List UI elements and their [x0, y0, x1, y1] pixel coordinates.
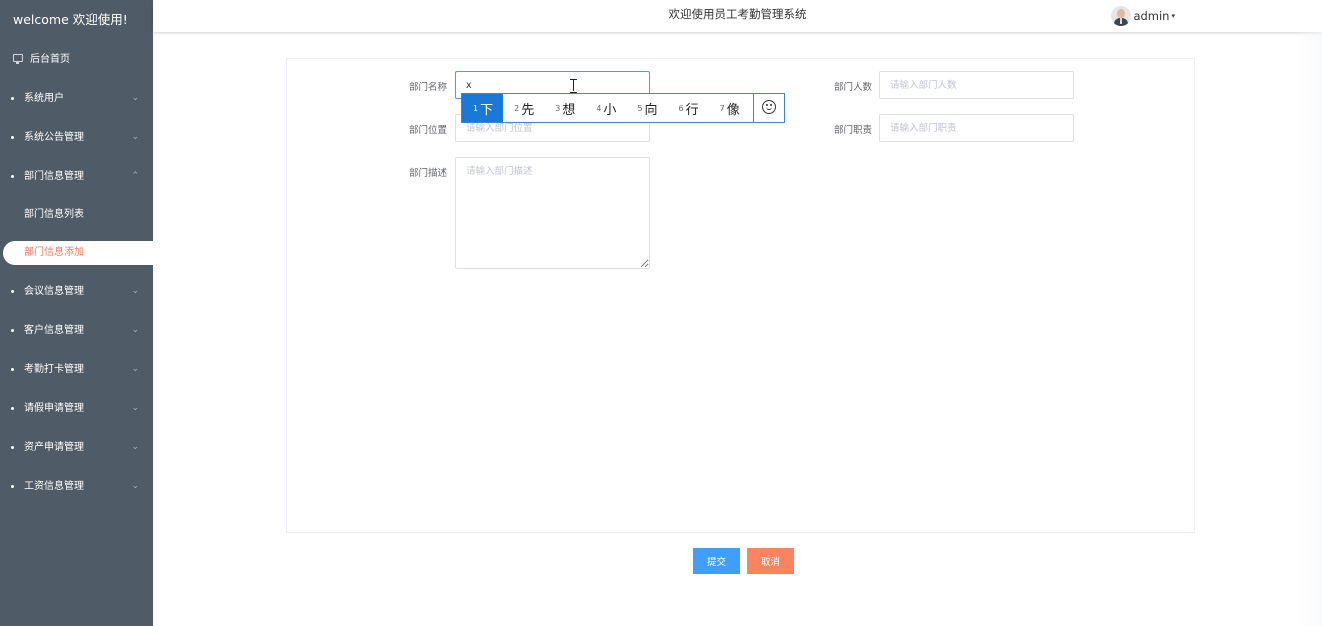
- bullet-icon: [11, 407, 14, 410]
- chevron-down-icon: ⌄: [131, 442, 139, 452]
- scroll-shade: [1294, 32, 1322, 626]
- ime-candidate[interactable]: 5向: [626, 94, 667, 122]
- caret-down-icon[interactable]: ▾: [1171, 12, 1175, 20]
- bullet-icon: [11, 175, 14, 178]
- chevron-up-icon: ⌃: [131, 171, 139, 181]
- chevron-down-icon: ⌄: [131, 481, 139, 491]
- bullet-icon: [11, 446, 14, 449]
- department-duty-label: 部门职责: [833, 125, 872, 136]
- sidebar-item-customers[interactable]: 客户信息管理 ⌄: [0, 311, 153, 350]
- sidebar-item-attendance[interactable]: 考勤打卡管理 ⌄: [0, 350, 153, 389]
- sidebar-item-meetings[interactable]: 会议信息管理 ⌄: [0, 272, 153, 311]
- ime-candidate[interactable]: 4小: [585, 94, 626, 122]
- sidebar-item-label: 工资信息管理: [24, 481, 84, 492]
- sidebar-item-label: 资产申请管理: [24, 442, 84, 453]
- chevron-down-icon: ⌄: [131, 403, 139, 413]
- bullet-icon: [11, 329, 14, 332]
- chevron-down-icon: ⌄: [131, 325, 139, 335]
- department-count-input[interactable]: [879, 71, 1074, 99]
- chevron-down-icon: ⌄: [131, 93, 139, 103]
- sidebar-subitem-department-add[interactable]: 部门信息添加: [3, 241, 153, 265]
- department-name-label: 部门名称: [408, 82, 447, 93]
- sidebar-item-label: 部门信息管理: [24, 171, 84, 182]
- department-count-label: 部门人数: [833, 82, 872, 93]
- user-menu[interactable]: admin ▾: [1111, 5, 1175, 27]
- chevron-down-icon: ⌄: [131, 286, 139, 296]
- ime-divider: [753, 94, 754, 122]
- sidebar-item-label: 客户信息管理: [24, 325, 84, 336]
- emoji-smile-icon[interactable]: [762, 100, 776, 114]
- ime-candidate[interactable]: 2先: [503, 94, 544, 122]
- bullet-icon: [11, 368, 14, 371]
- bullet-icon: [11, 136, 14, 139]
- text-cursor-icon: [570, 79, 577, 93]
- bullet-icon: [11, 290, 14, 293]
- sidebar-item-departments[interactable]: 部门信息管理 ⌃: [0, 157, 153, 196]
- department-duty-input[interactable]: [879, 114, 1074, 142]
- avatar[interactable]: [1111, 6, 1132, 26]
- ime-candidate[interactable]: 3想: [544, 94, 585, 122]
- submit-button[interactable]: 提交: [693, 548, 740, 574]
- ime-candidate-bar: 1下 2先 3想 4小 5向 6行 7像: [461, 93, 785, 123]
- ime-candidate[interactable]: 7像: [709, 94, 750, 122]
- bullet-icon: [11, 485, 14, 488]
- sidebar-item-label: 请假申请管理: [24, 403, 84, 414]
- sidebar-item-label: 系统用户: [24, 93, 64, 104]
- bullet-icon: [11, 97, 14, 100]
- sidebar-item-salary[interactable]: 工资信息管理 ⌄: [0, 467, 153, 506]
- sidebar-item-label: 会议信息管理: [24, 286, 84, 297]
- monitor-icon: [13, 54, 23, 64]
- sidebar-item-assets[interactable]: 资产申请管理 ⌄: [0, 428, 153, 467]
- sidebar-item-label: 后台首页: [30, 54, 70, 65]
- sidebar-brand: welcome 欢迎使用!: [13, 12, 128, 27]
- chevron-down-icon: ⌄: [131, 132, 139, 142]
- sidebar-item-label: 考勤打卡管理: [24, 364, 84, 375]
- ime-candidate[interactable]: 6行: [668, 94, 709, 122]
- department-desc-label: 部门描述: [408, 168, 447, 179]
- username[interactable]: admin: [1133, 9, 1169, 23]
- sidebar-subitem-department-list[interactable]: 部门信息列表: [0, 196, 153, 234]
- cancel-button[interactable]: 取消: [747, 548, 794, 574]
- sidebar-item-announcements[interactable]: 系统公告管理 ⌄: [0, 118, 153, 157]
- sidebar-item-system-users[interactable]: 系统用户 ⌄: [0, 79, 153, 118]
- department-desc-textarea[interactable]: [455, 157, 650, 269]
- chevron-down-icon: ⌄: [131, 364, 139, 374]
- department-location-label: 部门位置: [408, 125, 447, 136]
- sidebar-item-home[interactable]: 后台首页: [0, 40, 153, 79]
- top-header: 欢迎使用员工考勤管理系统 admin ▾: [153, 0, 1322, 32]
- sidebar: welcome 欢迎使用! 后台首页 系统用户 ⌄ 系统公告管理 ⌄ 部门信息管…: [0, 0, 153, 626]
- sidebar-item-label: 系统公告管理: [24, 132, 84, 143]
- sidebar-item-leave[interactable]: 请假申请管理 ⌄: [0, 389, 153, 428]
- ime-candidate[interactable]: 1下: [462, 94, 504, 122]
